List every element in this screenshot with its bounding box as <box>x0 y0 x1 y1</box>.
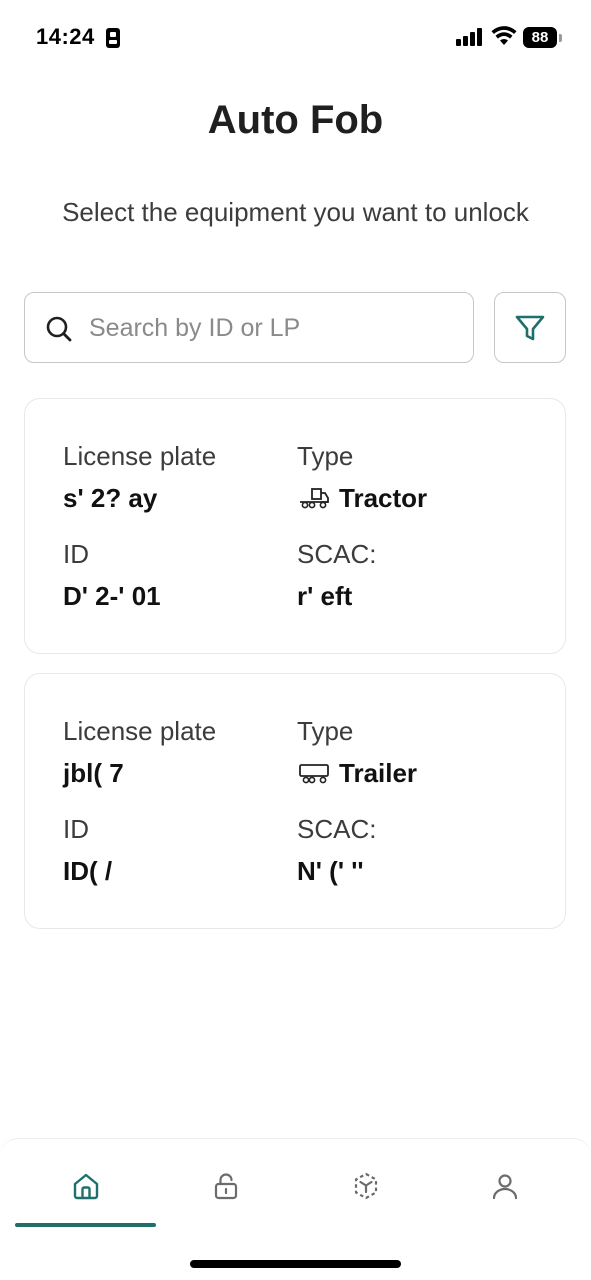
search-input[interactable] <box>87 305 461 351</box>
id-label: ID <box>63 814 89 844</box>
scac-value: N' (' '' <box>297 856 364 886</box>
scac-value: r' eft <box>297 581 353 611</box>
license-plate-label: License plate <box>63 441 217 471</box>
page-title: Auto Fob <box>207 98 384 142</box>
id-value: D' 2-' 01 <box>63 581 161 611</box>
cellular-signal-icon <box>456 28 484 46</box>
bottom-nav <box>0 1138 591 1280</box>
status-time: 14:24 <box>36 24 95 49</box>
type-label: Type <box>297 716 354 746</box>
search-icon <box>46 316 72 342</box>
tab-scan[interactable] <box>295 1139 435 1235</box>
tab-unlock[interactable] <box>155 1139 295 1235</box>
scac-label: SCAC: <box>297 539 377 569</box>
active-tab-indicator <box>15 1223 156 1227</box>
unlock-icon <box>214 1173 238 1200</box>
equipment-card[interactable]: License plate s' 2? ay Type Tractor ID D… <box>24 398 566 654</box>
sim-card-icon <box>106 28 120 48</box>
license-plate-value: s' 2? ay <box>63 483 158 513</box>
scan-icon <box>354 1172 378 1200</box>
type-value: Trailer <box>339 758 418 788</box>
home-indicator <box>190 1260 401 1268</box>
profile-icon <box>492 1174 518 1200</box>
page-subtitle: Select the equipment you want to unlock <box>62 197 529 227</box>
wifi-icon <box>491 26 517 45</box>
trailer-icon <box>299 764 329 784</box>
filter-button[interactable] <box>494 292 566 363</box>
license-plate-label: License plate <box>63 716 217 746</box>
equipment-card[interactable]: License plate jbl( 7 Type Trailer ID ID(… <box>24 673 566 929</box>
tab-profile[interactable] <box>434 1139 574 1235</box>
type-label: Type <box>297 441 354 471</box>
tab-home[interactable] <box>15 1139 155 1235</box>
filter-icon <box>515 315 545 341</box>
search-box[interactable] <box>24 292 474 363</box>
license-plate-value: jbl( 7 <box>63 758 124 788</box>
status-bar: 14:24 88 <box>0 0 591 70</box>
battery-tip <box>559 34 562 42</box>
tractor-icon <box>300 488 329 509</box>
id-value: ID( / <box>63 856 113 886</box>
scac-label: SCAC: <box>297 814 377 844</box>
home-icon <box>73 1173 99 1200</box>
battery-icon: 88 <box>523 27 557 48</box>
id-label: ID <box>63 539 89 569</box>
type-value: Tractor <box>339 483 428 513</box>
